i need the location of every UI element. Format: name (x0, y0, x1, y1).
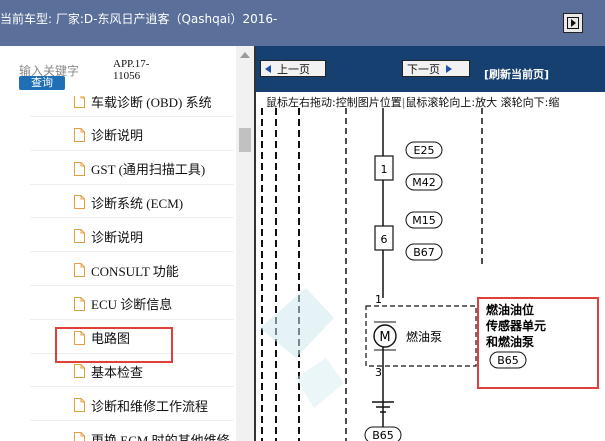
document-icon (74, 263, 85, 277)
title-bar: 当前车型: 厂家:D-东风日产逍客（Qashqai）2016- (0, 0, 605, 46)
vehicle-label: 当前车型: (0, 12, 53, 26)
connector-label: M15 (412, 214, 436, 227)
tree-item[interactable]: 基本检查 (74, 360, 143, 382)
prev-page-button[interactable]: 上一页 (260, 60, 326, 77)
search-button[interactable]: 查询 (19, 76, 65, 90)
motor-icon: M (379, 330, 390, 345)
tree-divider (30, 318, 234, 320)
vehicle-title: 当前车型: 厂家:D-东风日产逍客（Qashqai）2016- (0, 10, 277, 27)
tree-item-label: 诊断系统 (ECM) (91, 195, 184, 211)
pin-label: 1 (381, 163, 388, 176)
tree-divider (30, 149, 234, 151)
tree-item[interactable]: ECU 诊断信息 (74, 293, 172, 315)
connector-label: E25 (414, 144, 435, 157)
arrow-left-icon (265, 64, 271, 73)
tree-divider (30, 420, 234, 422)
wiring-diagram-svg: 1 6 E25 M42 M15 B67 1 3 M 燃油泵 燃油油位 传感器单元… (260, 108, 599, 441)
tree-item-label: ECU 诊断信息 (91, 297, 173, 313)
next-page-button[interactable]: 下一页 (402, 60, 470, 77)
connector-label: M42 (412, 176, 436, 189)
tree-item-label: GST (通用扫描工具) (91, 162, 206, 178)
sensor-label: 传感器单元 (485, 318, 546, 333)
document-icon (74, 161, 85, 176)
tree-item[interactable]: 诊断说明 (74, 124, 143, 146)
sensor-label: 燃油油位 (486, 302, 534, 317)
document-icon (74, 195, 85, 210)
scroll-thumb[interactable] (239, 128, 251, 152)
tree-item[interactable]: 诊断系统 (ECM) (74, 191, 183, 213)
document-icon (74, 127, 85, 142)
vehicle-value: 厂家:D-东风日产逍客（Qashqai）2016- (55, 12, 278, 26)
tree-scrollbar[interactable] (236, 46, 254, 441)
document-icon (74, 229, 85, 244)
document-icon (74, 296, 85, 311)
tree-divider (30, 183, 234, 185)
tree-divider (30, 217, 234, 219)
document-icon (74, 398, 85, 413)
tree-item[interactable]: 诊断说明 (74, 225, 143, 247)
tree-item-label: 诊断和维修工作流程 (91, 398, 209, 414)
document-icon (74, 364, 85, 379)
app-code: APP.17-11056 (113, 58, 150, 82)
connector-label: B67 (413, 246, 435, 259)
prev-page-label: 上一页 (277, 62, 310, 76)
left-panel: 输入关键字 查询 APP.17-11056 车载诊断 (OBD) 系统 诊断说明 G… (0, 46, 254, 441)
next-page-label: 下一页 (407, 62, 440, 76)
panel-toggle-button[interactable] (563, 13, 583, 33)
pin-label: 3 (375, 366, 382, 379)
tree-item-label: 车载诊断 (OBD) 系统 (91, 96, 212, 110)
pin-label: 6 (381, 233, 388, 246)
app-window: 当前车型: 厂家:D-东风日产逍客（Qashqai）2016- 输入关键字 查询… (0, 0, 605, 441)
tree-item[interactable]: 车载诊断 (OBD) 系统 (74, 96, 212, 112)
arrow-right-icon (567, 17, 579, 29)
tree-divider (30, 285, 234, 286)
tree-item[interactable]: 诊断和维修工作流程 (74, 394, 208, 416)
pin-label: 1 (375, 293, 382, 306)
tree-divider (30, 116, 234, 117)
tree-item-label: 诊断说明 (91, 128, 144, 144)
document-icon (74, 96, 85, 108)
tree-item[interactable]: 更换 ECM 时的其他维修 (74, 428, 230, 441)
sensor-label: 和燃油泵 (485, 334, 534, 349)
doc-tree: 车载诊断 (OBD) 系统 诊断说明 GST (通用扫描工具) 诊断系统 (ECM) 诊… (0, 96, 236, 441)
wiring-diagram[interactable]: 1 6 E25 M42 M15 B67 1 3 M 燃油泵 燃油油位 传感器单元… (256, 108, 605, 441)
connector-label: B65 (497, 354, 519, 367)
pump-label: 燃油泵 (406, 329, 442, 344)
tree-divider (30, 386, 234, 388)
tree-item-label: 基本检查 (91, 364, 144, 380)
tree-item-label: 更换 ECM 时的其他维修 (91, 432, 230, 441)
diagram-panel: 上一页 下一页 [刷新当前页] 鼠标左右拖动:控制图片位置|鼠标滚轮向上:放大 … (254, 46, 605, 441)
refresh-page-link[interactable]: [刷新当前页] (484, 66, 549, 82)
arrow-right-icon (446, 64, 452, 73)
tree-item[interactable]: GST (通用扫描工具) (74, 158, 205, 180)
tree-item-label: 诊断说明 (91, 229, 144, 245)
document-icon (74, 432, 85, 441)
scroll-up-icon[interactable] (240, 52, 250, 58)
tree-item[interactable]: CONSULT 功能 (74, 259, 179, 281)
connector-label: B65 (372, 429, 394, 441)
diagram-toolbar: 上一页 下一页 [刷新当前页] (256, 46, 605, 92)
tree-divider (30, 251, 234, 253)
connector-group: E25 M42 M15 B67 (405, 141, 443, 261)
selection-highlight (55, 327, 173, 363)
tree-item-label: CONSULT 功能 (91, 263, 179, 279)
